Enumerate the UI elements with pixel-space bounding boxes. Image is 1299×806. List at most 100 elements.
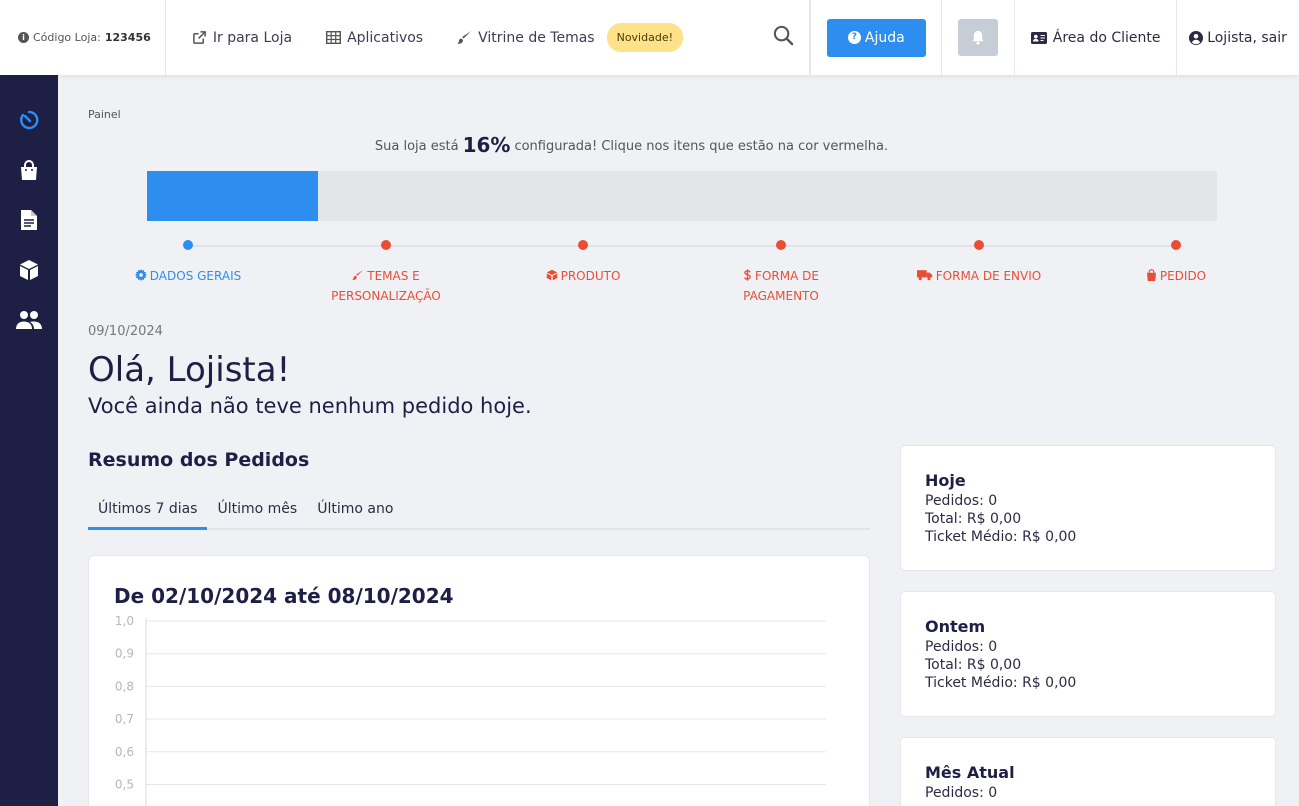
setup-step-4[interactable]: FORMA DE PAGAMENTO (711, 240, 851, 306)
step-label-line1: TEMAS E (367, 269, 420, 283)
setup-step-1[interactable]: DADOS GERAIS (118, 240, 258, 286)
step-dot (381, 240, 391, 250)
info-icon: i (18, 32, 29, 43)
new-badge: Novidade! (606, 23, 684, 52)
client-area-label: Área do Cliente (1052, 29, 1161, 46)
step-label: TEMAS E PERSONALIZAÇÃO (316, 266, 456, 306)
stat-title: Hoje (925, 471, 966, 490)
y-tick-label: 0,9 (115, 647, 134, 661)
stat-title: Ontem (925, 617, 986, 636)
main-content: Painel Sua loja está 16% configurada! Cliq… (58, 75, 1299, 806)
orders-summary-title: Resumo dos Pedidos (88, 449, 310, 471)
notifications-button[interactable] (958, 19, 999, 56)
help-cell: ? Ajuda (810, 0, 943, 75)
external-link-icon (193, 31, 206, 44)
step-label: FORMA DE ENVIO (909, 266, 1049, 286)
question-icon: ? (847, 31, 861, 44)
step-label-line1: FORMA DE (755, 269, 819, 283)
step-label: DADOS GERAIS (118, 266, 258, 286)
current-date: 09/10/2024 (88, 324, 163, 339)
sidebar-item-dashboard[interactable] (16, 107, 42, 133)
tab-last-year[interactable]: Último ano (307, 493, 403, 530)
sidebar-item-products[interactable] (16, 257, 42, 283)
orders-period-tabs: Últimos 7 dias Último mês Último ano (88, 493, 870, 530)
progress-suffix: configurada! Clique nos itens que estão … (514, 139, 889, 154)
truck-icon (916, 269, 936, 283)
stat-ticket: Ticket Médio: R$ 0,00 (925, 529, 1077, 545)
id-card-icon (1030, 31, 1047, 44)
store-code-value: 123456 (104, 31, 151, 44)
document-icon (21, 210, 37, 230)
search-button[interactable] (772, 24, 795, 51)
user-circle-icon (1189, 30, 1204, 45)
step-label: PEDIDO (1106, 266, 1246, 286)
box-icon (20, 260, 38, 280)
step-dot (578, 240, 588, 250)
go-to-store-link[interactable]: Ir para Loja (192, 30, 292, 46)
setup-step-2[interactable]: TEMAS E PERSONALIZAÇÃO (316, 240, 456, 306)
theme-showcase-link[interactable]: Vitrine de Temas (457, 29, 595, 46)
brush-icon (457, 30, 472, 44)
dollar-icon (743, 269, 755, 283)
stat-card-current-month: Mês Atual Pedidos: 0 (900, 737, 1276, 806)
user-label: Lojista, sair (1207, 29, 1287, 46)
y-tick-label: 0,8 (115, 679, 134, 693)
setup-progress-fill (147, 171, 319, 221)
top-bar: i Código Loja: 123456 Ir para Loja Aplic… (0, 0, 1299, 75)
store-code: i Código Loja: 123456 (0, 0, 166, 75)
step-label-line1: FORMA DE ENVIO (935, 269, 1042, 283)
progress-percent: 16% (462, 133, 511, 157)
apps-label: Aplicativos (347, 29, 424, 46)
y-tick-label: 1,0 (115, 614, 134, 628)
step-label-line2: PERSONALIZAÇÃO (331, 289, 441, 303)
step-label: FORMA DE PAGAMENTO (711, 266, 851, 306)
bell-icon (972, 30, 984, 45)
stat-card-today: Hoje Pedidos: 0 Total: R$ 0,00 Ticket Mé… (900, 445, 1276, 571)
users-icon (16, 311, 42, 329)
top-nav: Ir para Loja Aplicativos Vitrine de Tema… (166, 0, 811, 75)
gear-icon (134, 269, 150, 283)
y-tick-label: 0,5 (115, 778, 134, 792)
apps-link[interactable]: Aplicativos (326, 30, 423, 46)
stat-total: Total: R$ 0,00 (925, 511, 1022, 527)
y-tick-label: 0,6 (115, 745, 134, 759)
sidebar (0, 75, 58, 806)
orders-chart-card: 1,0 0,9 0,8 0,7 0,6 0,5 De 02/10/2024 até 08/… (88, 555, 870, 806)
stat-orders: Pedidos: 0 (925, 785, 998, 801)
bag-icon (1146, 269, 1160, 283)
tab-last-month[interactable]: Último mês (207, 493, 307, 530)
step-label-line1: PEDIDO (1159, 269, 1207, 283)
brush-icon (352, 269, 367, 283)
greeting: Olá, Lojista! (88, 350, 291, 390)
client-area-link[interactable]: Área do Cliente (1015, 0, 1178, 75)
step-label-line2: PAGAMENTO (743, 289, 819, 303)
step-label-line1: PRODUTO (560, 269, 621, 283)
chart-title: De 02/10/2024 até 08/10/2024 (114, 584, 454, 608)
stat-ticket: Ticket Médio: R$ 0,00 (925, 675, 1077, 691)
step-label-line1: DADOS GERAIS (149, 269, 242, 283)
stat-orders: Pedidos: 0 (925, 639, 998, 655)
sidebar-item-documents[interactable] (16, 207, 42, 233)
setup-step-5[interactable]: FORMA DE ENVIO (909, 240, 1049, 286)
stat-total: Total: R$ 0,00 (925, 657, 1022, 673)
stat-card-yesterday: Ontem Pedidos: 0 Total: R$ 0,00 Ticket M… (900, 591, 1276, 717)
dashboard-icon (20, 110, 39, 130)
sidebar-item-orders[interactable] (16, 157, 42, 183)
user-logout-link[interactable]: Lojista, sair (1177, 0, 1299, 75)
tab-last-7-days[interactable]: Últimos 7 dias (88, 493, 208, 530)
stat-orders: Pedidos: 0 (925, 493, 998, 509)
setup-step-3[interactable]: PRODUTO (513, 240, 653, 286)
setup-step-6[interactable]: PEDIDO (1106, 240, 1246, 286)
step-dot (776, 240, 786, 250)
setup-progress-bar (147, 171, 1217, 221)
step-dot (1171, 240, 1181, 250)
sidebar-item-customers[interactable] (16, 307, 42, 333)
y-tick-label: 0,7 (115, 712, 134, 726)
theme-showcase-label: Vitrine de Temas (478, 29, 595, 46)
notifications-cell (942, 0, 1016, 75)
cube-icon (546, 269, 561, 283)
help-label: Ajuda (864, 29, 905, 46)
help-button[interactable]: ? Ajuda (826, 18, 926, 57)
stat-title: Mês Atual (925, 763, 1015, 782)
shopping-bag-icon (21, 160, 37, 180)
